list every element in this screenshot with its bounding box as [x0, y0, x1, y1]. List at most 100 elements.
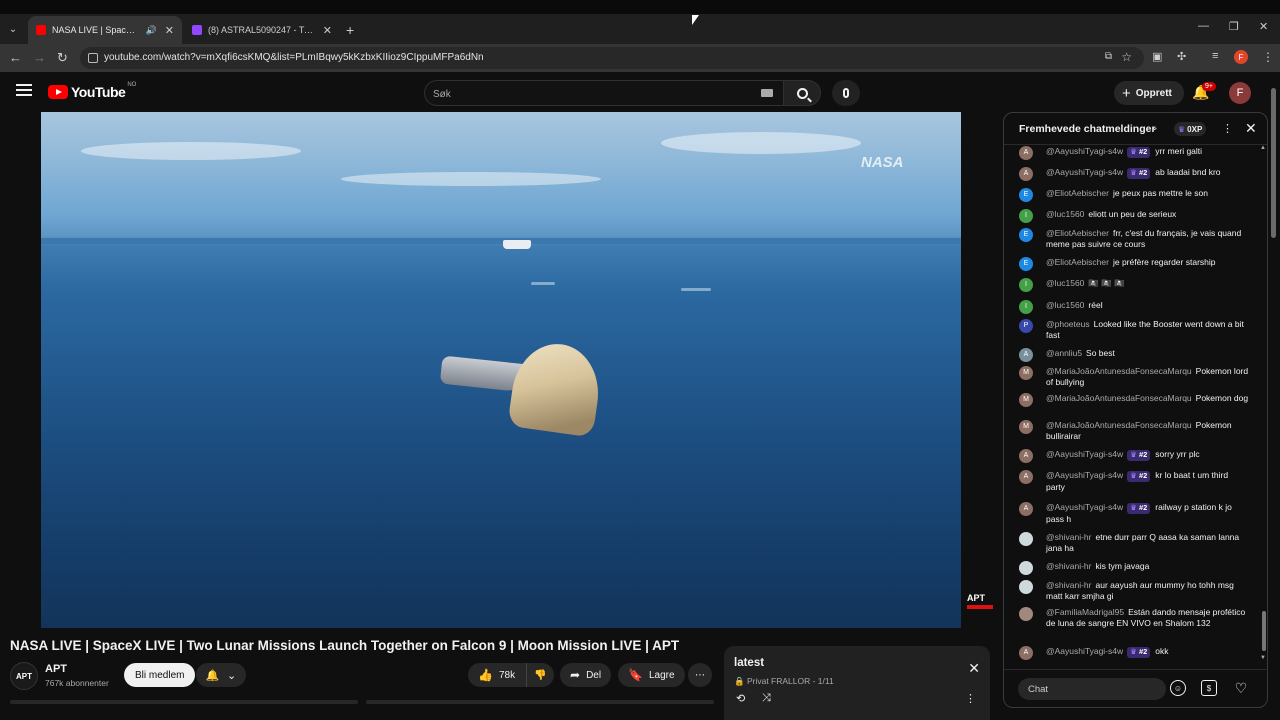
recommendation-card[interactable]: [10, 700, 358, 704]
shuffle-icon[interactable]: ⤨: [762, 692, 771, 705]
chat-author-avatar[interactable]: A: [1019, 470, 1033, 484]
chat-message[interactable]: E @EliotAebischer frr, c'est du français, …: [1019, 228, 1249, 249]
chat-message[interactable]: A @AayushiTyagi-s4w ♛ #2 ab laadai bnd kro: [1019, 167, 1249, 181]
search-button[interactable]: [783, 80, 821, 106]
chat-author-avatar[interactable]: A: [1019, 146, 1033, 160]
chat-more-icon[interactable]: ⋮: [1222, 122, 1233, 135]
browser-menu-icon[interactable]: ⋮: [1262, 50, 1274, 64]
tab-youtube[interactable]: NASA LIVE | SpaceX LIVE | T 🔊 ✕: [28, 16, 182, 44]
subscription-notifications-button[interactable]: 🔔 ⌄: [196, 663, 246, 687]
chat-author-name[interactable]: @AayushiTyagi-s4w: [1046, 470, 1123, 480]
xp-badge[interactable]: ♛ 0XP: [1174, 122, 1207, 136]
site-info-icon[interactable]: [88, 53, 98, 63]
close-playlist-icon[interactable]: ✕: [968, 660, 980, 677]
address-bar[interactable]: youtube.com/watch?v=mXqfi6csKMQ&list=PLm…: [80, 47, 1144, 69]
chat-author-name[interactable]: @EliotAebischer: [1046, 188, 1109, 198]
chat-author-avatar[interactable]: A: [1019, 646, 1033, 660]
profile-avatar[interactable]: F: [1234, 50, 1248, 64]
chat-author-avatar[interactable]: E: [1019, 188, 1033, 202]
chat-mode-label[interactable]: Fremhevede chatmeldinger: [1019, 123, 1156, 135]
chat-message[interactable]: P @phoeteus Looked like the Booster went d…: [1019, 319, 1249, 340]
chat-author-avatar[interactable]: I: [1019, 209, 1033, 223]
chat-message[interactable]: I @luc1560 eliott un peu de serieux: [1019, 209, 1249, 223]
chevron-down-icon[interactable]: ⌄: [1151, 122, 1159, 133]
chat-message[interactable]: @shivani-hr aur aayush aur mummy ho tohh …: [1019, 580, 1249, 601]
new-tab-button[interactable]: +: [346, 22, 354, 38]
minimize-window-button[interactable]: —: [1198, 20, 1209, 32]
youtube-logo[interactable]: YouTube NO: [48, 82, 136, 100]
chat-message[interactable]: I @luc1560 réel: [1019, 300, 1249, 314]
chat-author-avatar[interactable]: M: [1019, 366, 1033, 380]
chat-message[interactable]: @FamiliaMadrigal95 Están dando mensaje pr…: [1019, 607, 1249, 628]
chat-message[interactable]: M @MariaJoãoAntunesdaFonsecaMarqu Pokemon …: [1019, 420, 1249, 441]
chat-message[interactable]: M @MariaJoãoAntunesdaFonsecaMarqu Pokemon …: [1019, 393, 1249, 407]
chat-author-name[interactable]: @shivani-hr: [1046, 532, 1091, 542]
chat-author-avatar[interactable]: I: [1019, 300, 1033, 314]
install-app-icon[interactable]: ⧉: [1105, 51, 1112, 62]
video-player[interactable]: NASA: [41, 112, 961, 628]
chat-message[interactable]: E @EliotAebischer je préfère regarder star…: [1019, 257, 1249, 271]
chat-author-avatar[interactable]: E: [1019, 257, 1033, 271]
keyboard-icon[interactable]: [761, 89, 773, 97]
close-tab-icon[interactable]: ✕: [323, 24, 332, 37]
chat-author-avatar[interactable]: [1019, 580, 1033, 594]
channel-avatar[interactable]: APT: [10, 662, 38, 690]
page-scrollbar[interactable]: [1271, 84, 1276, 704]
loop-icon[interactable]: ⟲: [736, 692, 745, 705]
url-text[interactable]: youtube.com/watch?v=mXqfi6csKMQ&list=PLm…: [104, 52, 484, 63]
chat-author-avatar[interactable]: [1019, 607, 1033, 621]
chat-message[interactable]: A @annliu5 So best: [1019, 348, 1249, 362]
chat-author-avatar[interactable]: I: [1019, 278, 1033, 292]
chat-message[interactable]: I @luc1560 🏴‍☠️ 🏴‍☠️ 🏴‍☠️: [1019, 278, 1249, 292]
chat-author-name[interactable]: @luc1560: [1046, 209, 1084, 219]
chat-message[interactable]: A @AayushiTyagi-s4w ♛ #2 yrr meri galti: [1019, 146, 1249, 160]
chat-author-avatar[interactable]: M: [1019, 420, 1033, 434]
dislike-button[interactable]: 👎: [526, 663, 554, 687]
chat-author-name[interactable]: @luc1560: [1046, 300, 1084, 310]
chat-author-name[interactable]: @AayushiTyagi-s4w: [1046, 449, 1123, 459]
chat-author-name[interactable]: @phoeteus: [1046, 319, 1090, 329]
chat-author-avatar[interactable]: [1019, 561, 1033, 575]
scroll-down-icon[interactable]: ▼: [1260, 655, 1266, 661]
reload-button[interactable]: ↻: [57, 50, 68, 66]
chat-message[interactable]: A @AayushiTyagi-s4w ♛ #2 kr lo baat t um th…: [1019, 470, 1249, 492]
chat-message[interactable]: M @MariaJoãoAntunesdaFonsecaMarqu Pokemon …: [1019, 366, 1249, 387]
chat-author-avatar[interactable]: P: [1019, 319, 1033, 333]
chat-author-name[interactable]: @AayushiTyagi-s4w: [1046, 167, 1123, 177]
chat-author-name[interactable]: @AayushiTyagi-s4w: [1046, 646, 1123, 656]
chat-message[interactable]: A @AayushiTyagi-s4w ♛ #2 sorry yrr plc: [1019, 449, 1249, 463]
channel-name[interactable]: APT: [45, 663, 67, 675]
account-avatar[interactable]: F: [1229, 82, 1251, 104]
scrollbar-thumb[interactable]: [1262, 611, 1266, 651]
heart-icon[interactable]: ♡: [1233, 680, 1249, 696]
create-button[interactable]: + Opprett: [1114, 81, 1184, 105]
tab-twitch[interactable]: (8) ASTRAL5090247 - Twitch ✕: [184, 16, 340, 44]
audio-playing-icon[interactable]: 🔊: [146, 25, 157, 36]
chat-author-avatar[interactable]: [1019, 532, 1033, 546]
forward-button[interactable]: →: [33, 50, 46, 65]
chat-author-name[interactable]: @FamiliaMadrigal95: [1046, 607, 1124, 617]
chat-author-avatar[interactable]: A: [1019, 167, 1033, 181]
chat-message[interactable]: A @AayushiTyagi-s4w ♛ #2 okk: [1019, 646, 1249, 660]
chat-author-name[interactable]: @shivani-hr: [1046, 561, 1091, 571]
chat-author-avatar[interactable]: M: [1019, 393, 1033, 407]
media-controls-icon[interactable]: ≡: [1212, 50, 1218, 62]
chat-author-name[interactable]: @shivani-hr: [1046, 580, 1091, 590]
chat-author-avatar[interactable]: A: [1019, 502, 1033, 516]
menu-icon[interactable]: [16, 84, 32, 96]
extension-icon[interactable]: ▣: [1152, 50, 1162, 63]
chat-author-avatar[interactable]: A: [1019, 348, 1033, 362]
chat-author-name[interactable]: @AayushiTyagi-s4w: [1046, 146, 1123, 156]
close-chat-icon[interactable]: ✕: [1245, 120, 1257, 137]
close-window-button[interactable]: ✕: [1259, 20, 1268, 33]
save-button[interactable]: 🔖 Lagre: [618, 663, 685, 687]
chat-author-avatar[interactable]: E: [1019, 228, 1033, 242]
join-button[interactable]: Bli medlem: [124, 663, 196, 687]
chat-author-avatar[interactable]: A: [1019, 449, 1033, 463]
share-button[interactable]: ➦ Del: [560, 663, 612, 687]
chat-author-name[interactable]: @MariaJoãoAntunesdaFonsecaMarqu: [1046, 366, 1192, 376]
emoji-icon[interactable]: ☺: [1170, 680, 1186, 696]
recommendation-card[interactable]: [366, 700, 714, 704]
chat-message[interactable]: @shivani-hr etne durr parr Q aasa ka sama…: [1019, 532, 1249, 553]
chat-message[interactable]: E @EliotAebischer je peux pas mettre le so…: [1019, 188, 1249, 202]
